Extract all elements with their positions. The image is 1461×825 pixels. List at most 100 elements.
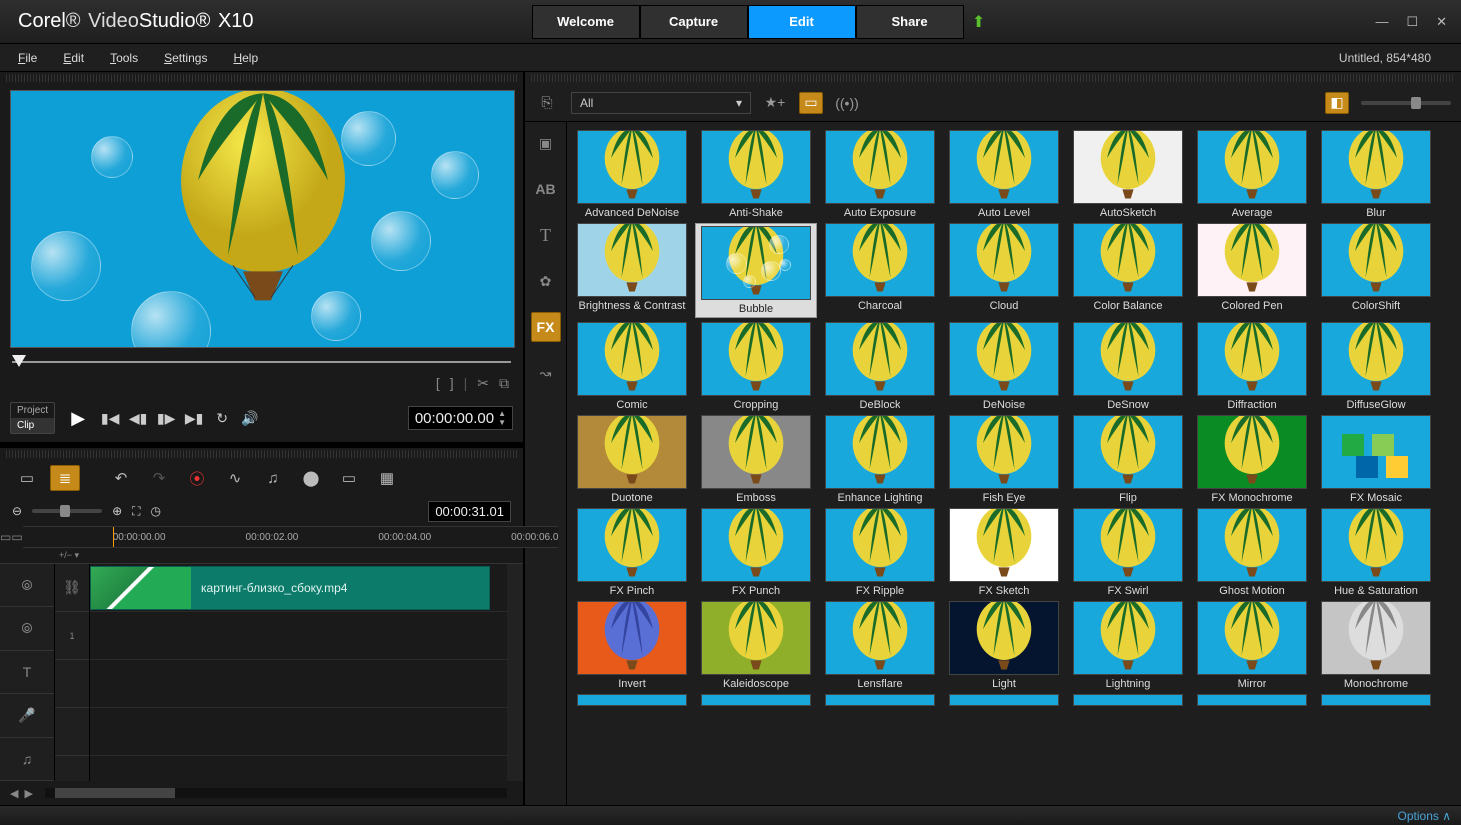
zoom-in-button[interactable]: ⊕ xyxy=(112,504,122,518)
menu-file[interactable]: File xyxy=(18,51,37,65)
track-music[interactable]: ♫ xyxy=(0,738,54,781)
undo-button[interactable]: ↶ xyxy=(106,465,136,491)
library-expand-icon[interactable]: ⎘ xyxy=(535,92,559,114)
subtitle-button[interactable]: ▭ xyxy=(334,465,364,491)
effect-bubble[interactable]: Bubble xyxy=(695,223,817,318)
effect-advanced-denoise[interactable]: Advanced DeNoise xyxy=(571,130,693,219)
project-duration[interactable]: 00:00:31.01 xyxy=(428,501,511,522)
filter-fx-tab[interactable]: FX xyxy=(531,312,561,342)
effect-blur[interactable]: Blur xyxy=(1315,130,1437,219)
repeat-button[interactable]: ↻ xyxy=(211,407,233,429)
tl-scroll-left[interactable]: ◀ xyxy=(10,787,18,800)
effect-partial[interactable] xyxy=(1191,694,1313,706)
effect-invert[interactable]: Invert xyxy=(571,601,693,690)
go-start-button[interactable]: ▮◀ xyxy=(99,407,121,429)
maximize-button[interactable]: ☐ xyxy=(1406,14,1418,30)
minimize-button[interactable]: — xyxy=(1375,14,1388,30)
effect-colorshift[interactable]: ColorShift xyxy=(1315,223,1437,318)
effect-fish-eye[interactable]: Fish Eye xyxy=(943,415,1065,504)
timeline-view-button[interactable]: ≣ xyxy=(50,465,80,491)
effect-fx-pinch[interactable]: FX Pinch xyxy=(571,508,693,597)
tl-mode-a[interactable]: ▭ xyxy=(0,530,11,544)
menu-tools[interactable]: Tools xyxy=(110,51,138,65)
track-motion-button[interactable]: ⬤ xyxy=(296,465,326,491)
toggle-project[interactable]: Project xyxy=(11,403,54,418)
effect-lightning[interactable]: Lightning xyxy=(1067,601,1189,690)
audio-mixer-button[interactable]: ∿ xyxy=(220,465,250,491)
play-button[interactable]: ▶ xyxy=(63,403,93,433)
close-button[interactable]: ✕ xyxy=(1436,14,1447,30)
workflow-tab-edit[interactable]: Edit xyxy=(748,5,856,39)
effect-emboss[interactable]: Emboss xyxy=(695,415,817,504)
effect-autosketch[interactable]: AutoSketch xyxy=(1067,130,1189,219)
effect-partial[interactable] xyxy=(695,694,817,706)
panel-grip[interactable] xyxy=(6,74,517,82)
effect-kaleidoscope[interactable]: Kaleidoscope xyxy=(695,601,817,690)
effect-auto-exposure[interactable]: Auto Exposure xyxy=(819,130,941,219)
thumbnail-size-icon[interactable]: ◧ xyxy=(1325,92,1349,114)
effects-grid[interactable]: Advanced DeNoiseAnti-ShakeAuto ExposureA… xyxy=(567,122,1461,805)
effect-average[interactable]: Average xyxy=(1191,130,1313,219)
effect-duotone[interactable]: Duotone xyxy=(571,415,693,504)
media-tab[interactable]: ▣ xyxy=(531,128,561,158)
panel-grip[interactable] xyxy=(6,450,517,458)
effect-lensflare[interactable]: Lensflare xyxy=(819,601,941,690)
effect-fx-monochrome[interactable]: FX Monochrome xyxy=(1191,415,1313,504)
effect-partial[interactable] xyxy=(571,694,693,706)
effect-fx-ripple[interactable]: FX Ripple xyxy=(819,508,941,597)
effect-comic[interactable]: Comic xyxy=(571,322,693,411)
mark-out-button[interactable]: ] xyxy=(450,375,454,391)
effect-mirror[interactable]: Mirror xyxy=(1191,601,1313,690)
effect-auto-level[interactable]: Auto Level xyxy=(943,130,1065,219)
track-video-1[interactable]: ⦾ xyxy=(0,564,54,607)
cut-button[interactable]: ✂ xyxy=(477,375,489,392)
effect-diffraction[interactable]: Diffraction xyxy=(1191,322,1313,411)
track-voice[interactable]: 🎤 xyxy=(0,694,54,737)
toggle-clip[interactable]: Clip xyxy=(11,418,54,433)
graphics-tab[interactable]: ✿ xyxy=(531,266,561,296)
effect-desnow[interactable]: DeSnow xyxy=(1067,322,1189,411)
go-end-button[interactable]: ▶▮ xyxy=(183,407,205,429)
effect-fx-swirl[interactable]: FX Swirl xyxy=(1067,508,1189,597)
effect-partial[interactable] xyxy=(819,694,941,706)
effect-hue-saturation[interactable]: Hue & Saturation xyxy=(1315,508,1437,597)
effect-colored-pen[interactable]: Colored Pen xyxy=(1191,223,1313,318)
track-link-1[interactable]: ⛓ xyxy=(55,564,89,612)
effect-diffuseglow[interactable]: DiffuseGlow xyxy=(1315,322,1437,411)
workflow-tab-share[interactable]: Share xyxy=(856,5,964,39)
track-video-2[interactable]: ⦾ xyxy=(0,607,54,650)
track-title[interactable]: T xyxy=(0,651,54,694)
mark-in-button[interactable]: [ xyxy=(436,375,440,391)
effect-partial[interactable] xyxy=(1315,694,1437,706)
effect-cloud[interactable]: Cloud xyxy=(943,223,1065,318)
effect-partial[interactable] xyxy=(943,694,1065,706)
tc-down[interactable]: ▼ xyxy=(498,418,506,427)
favorite-add-icon[interactable]: ★+ xyxy=(763,92,787,114)
menu-edit[interactable]: Edit xyxy=(63,51,84,65)
menu-settings[interactable]: Settings xyxy=(164,51,207,65)
view-audio-icon[interactable]: ((•)) xyxy=(835,92,859,114)
effect-monochrome[interactable]: Monochrome xyxy=(1315,601,1437,690)
options-button[interactable]: Options ∧ xyxy=(1398,809,1451,823)
effect-anti-shake[interactable]: Anti-Shake xyxy=(695,130,817,219)
effect-fx-punch[interactable]: FX Punch xyxy=(695,508,817,597)
redo-button[interactable]: ↷ xyxy=(144,465,174,491)
path-tab[interactable]: ↝ xyxy=(531,358,561,388)
tl-scroll-right[interactable]: ▶ xyxy=(24,787,32,800)
scrubber[interactable] xyxy=(0,354,523,372)
volume-button[interactable]: 🔊 xyxy=(239,407,261,429)
workflow-tab-capture[interactable]: Capture xyxy=(640,5,748,39)
fit-project-button[interactable]: ⛶ xyxy=(132,504,140,519)
timecode[interactable]: 00:00:00.00 ▲▼ xyxy=(408,406,513,430)
timeline-hscroll[interactable] xyxy=(45,788,507,798)
filter-dropdown[interactable]: All ▾ xyxy=(571,92,751,114)
next-frame-button[interactable]: ▮▶ xyxy=(155,407,177,429)
upload-icon[interactable]: ⬆ xyxy=(964,5,994,39)
record-button[interactable]: ⦿ xyxy=(182,465,212,491)
effect-brightness-contrast[interactable]: Brightness & Contrast xyxy=(571,223,693,318)
effect-ghost-motion[interactable]: Ghost Motion xyxy=(1191,508,1313,597)
zoom-out-button[interactable]: ⊖ xyxy=(12,504,22,518)
view-thumbnail-icon[interactable]: ▭ xyxy=(799,92,823,114)
tc-up[interactable]: ▲ xyxy=(498,409,506,418)
effect-charcoal[interactable]: Charcoal xyxy=(819,223,941,318)
